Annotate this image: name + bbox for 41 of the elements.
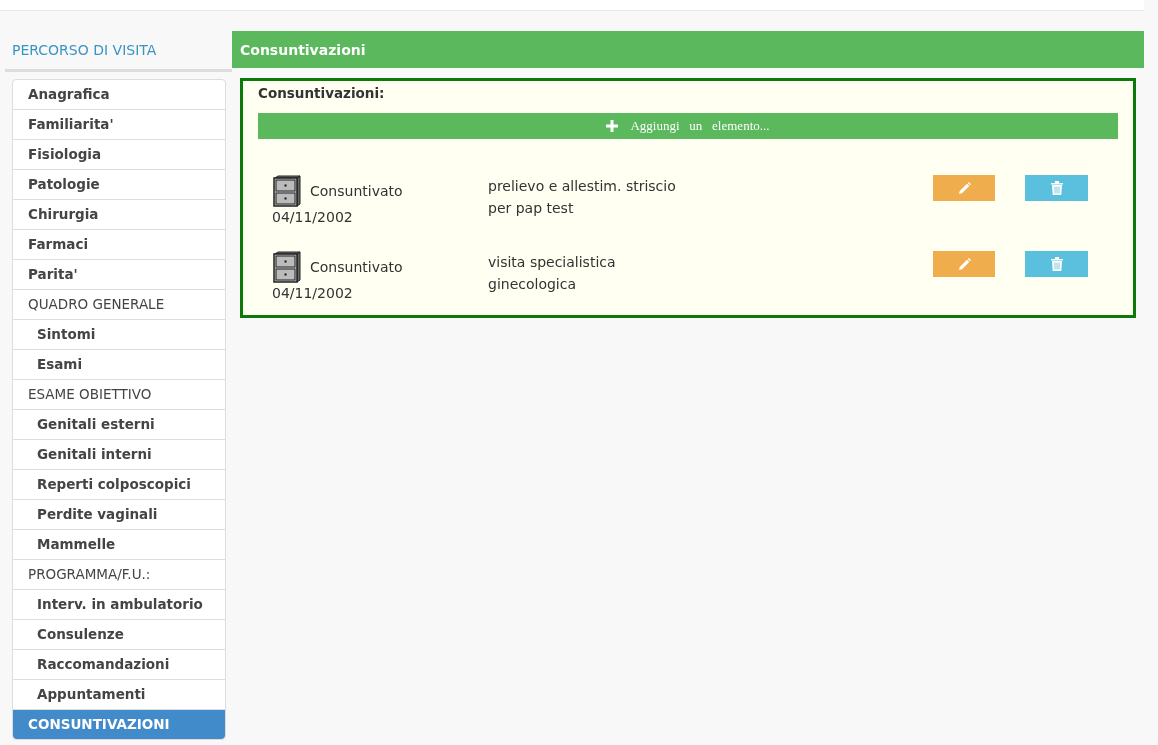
sidebar-item[interactable]: Interv. in ambulatorio <box>13 590 225 620</box>
section-title: Consuntivazioni: <box>258 85 386 101</box>
sidebar-item[interactable]: Reperti colposcopici <box>13 470 225 500</box>
delete-button[interactable] <box>1025 175 1088 201</box>
delete-button[interactable] <box>1025 251 1088 277</box>
drawer-cabinet-icon <box>272 251 302 283</box>
sidebar-item[interactable]: PROGRAMMA/F.U.: <box>13 560 225 590</box>
sidebar-item[interactable]: Genitali interni <box>13 440 225 470</box>
trash-icon <box>1050 257 1063 271</box>
sidebar-item[interactable]: QUADRO GENERALE <box>13 290 225 320</box>
pencil-icon <box>957 257 971 271</box>
status-text: Consuntivato <box>310 183 403 199</box>
trash-icon <box>1050 181 1063 195</box>
panel-header: Consuntivazioni <box>232 31 1144 68</box>
pencil-icon <box>957 181 971 195</box>
sidebar-item[interactable]: Mammelle <box>13 530 225 560</box>
sidebar-item[interactable]: Farmaci <box>13 230 225 260</box>
description-text: visita specialistica ginecologica <box>488 253 617 294</box>
sidebar-item[interactable]: Perdite vaginali <box>13 500 225 530</box>
sidebar-item[interactable]: Patologie <box>13 170 225 200</box>
edit-button[interactable] <box>933 175 995 201</box>
sidebar-item[interactable]: Anagrafica <box>13 80 225 110</box>
sidebar-title: PERCORSO DI VISITA <box>12 42 157 58</box>
plus-icon <box>606 120 619 132</box>
sidebar-item[interactable]: Genitali esterni <box>13 410 225 440</box>
sidebar-item[interactable]: Raccomandazioni <box>13 650 225 680</box>
edit-button[interactable] <box>933 251 995 277</box>
sidebar-item[interactable]: Familiarita' <box>13 110 225 140</box>
sidebar-item[interactable]: Parita' <box>13 260 225 290</box>
sidebar-item[interactable]: Esami <box>13 350 225 380</box>
sidebar-item[interactable]: ESAME OBIETTIVO <box>13 380 225 410</box>
sidebar-item[interactable]: CONSUNTIVAZIONI <box>13 710 225 739</box>
sidebar-item[interactable]: Consulenze <box>13 620 225 650</box>
date-text: 04/11/2002 <box>271 285 354 301</box>
drawer-cabinet-icon <box>272 175 302 207</box>
description-text: prelievo e allestim. striscio per pap test <box>488 177 677 218</box>
sidebar-item[interactable]: Sintomi <box>13 320 225 350</box>
date-text: 04/11/2002 <box>271 209 354 225</box>
sidebar-item[interactable]: Fisiologia <box>13 140 225 170</box>
sidebar-item[interactable]: Chirurgia <box>13 200 225 230</box>
status-text: Consuntivato <box>310 259 403 275</box>
